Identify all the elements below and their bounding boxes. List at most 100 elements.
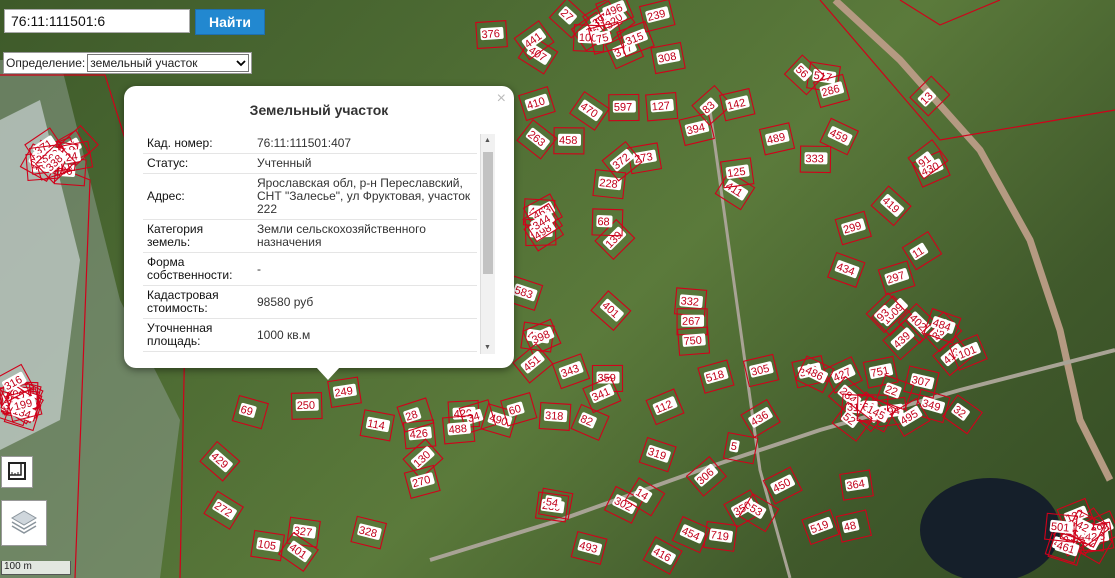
parcel-number: 273	[634, 151, 654, 166]
parcel-label[interactable]: 751	[862, 355, 899, 389]
ruler-button[interactable]	[1, 456, 33, 488]
parcel-label[interactable]: 343	[551, 353, 591, 390]
parcel-label[interactable]: 394	[678, 112, 715, 147]
parcel-label[interactable]: 305	[742, 353, 780, 388]
parcel-number: 328	[358, 524, 379, 540]
parcel-number: 364	[846, 478, 866, 493]
parcel-label[interactable]: 489	[758, 122, 796, 156]
parcel-number: 519	[809, 519, 830, 537]
lake	[920, 478, 1060, 578]
parcel-label[interactable]: 270	[403, 464, 441, 499]
parcel-number: 333	[805, 153, 824, 165]
attribute-row: Категория земель: Земли сельскохозяйствен…	[143, 219, 477, 253]
parcel-label[interactable]: 436	[740, 398, 781, 439]
attribute-value: Земли сельскохозяйственного назначения	[253, 219, 477, 253]
parcel-label[interactable]: 105	[250, 529, 286, 562]
ruler-icon	[7, 461, 27, 484]
parcel-label[interactable]: 458	[553, 127, 585, 155]
parcel-label[interactable]: 82	[570, 403, 610, 442]
parcel-label[interactable]: 333	[799, 145, 832, 174]
parcel-number: 410	[526, 95, 547, 112]
parcel-number: 54	[545, 496, 559, 510]
parcel-number: 488	[448, 423, 467, 437]
parcel-label[interactable]: 5	[722, 431, 759, 465]
parcel-number: 125	[727, 166, 747, 180]
definition-select[interactable]: земельный участок	[87, 54, 250, 72]
parcel-number: 319	[646, 446, 667, 463]
parcel-label[interactable]: 69	[231, 394, 269, 430]
close-icon[interactable]: ×	[497, 90, 506, 108]
popup-scrollbar[interactable]: ▲ ▼	[480, 134, 495, 354]
parcel-label[interactable]: 114	[359, 409, 396, 442]
search-bar: Найти	[4, 9, 265, 35]
scroll-up-icon[interactable]: ▲	[484, 137, 491, 144]
parcel-label[interactable]: 750	[677, 326, 711, 356]
parcel-label[interactable]: 519	[801, 509, 840, 546]
parcel-number: 458	[559, 135, 577, 147]
parcel-label[interactable]: 263	[516, 119, 558, 160]
parcel-number: 114	[366, 418, 385, 433]
parcel-number: 376	[481, 28, 500, 41]
attribute-value: 1000 кв.м	[253, 318, 477, 352]
parcel-label[interactable]: 297	[877, 260, 916, 296]
parcel-label[interactable]: 112	[645, 388, 685, 426]
parcel-label[interactable]: 249	[327, 376, 362, 408]
layers-button[interactable]	[1, 500, 47, 546]
parcel-label[interactable]: 434	[827, 251, 866, 288]
parcel-label[interactable]: 125	[719, 157, 755, 189]
parcel-number: 299	[842, 220, 863, 237]
parcel-label[interactable]: 239	[638, 0, 676, 33]
attribute-value: Учтенный	[253, 153, 477, 174]
cadastral-search-input[interactable]	[4, 9, 190, 33]
definition-row: Определение: земельный участок	[3, 52, 253, 74]
parcel-label[interactable]: 130	[402, 438, 444, 480]
parcel-number: 343	[560, 363, 581, 381]
parcel-label[interactable]: 419	[870, 185, 912, 227]
parcel-number: 308	[657, 51, 677, 66]
parcel-label[interactable]: 228	[592, 168, 627, 200]
parcel-label[interactable]: 318	[538, 401, 572, 431]
parcel-label[interactable]: 364	[839, 469, 874, 501]
parcel-number: 518	[705, 369, 726, 386]
parcel-label[interactable]: 250	[290, 391, 323, 420]
parcel-label[interactable]: 142	[719, 87, 756, 122]
parcel-label[interactable]: 719	[703, 520, 738, 552]
find-button[interactable]: Найти	[195, 9, 265, 35]
attribute-key: Кадастровая стоимость:	[143, 285, 253, 319]
parcel-outline	[722, 431, 759, 465]
attribute-row: Форма собственности: -	[143, 252, 477, 286]
parcel-label[interactable]: 332	[673, 287, 708, 317]
parcel-label[interactable]: 308	[650, 41, 686, 75]
parcel-label[interactable]: 429	[199, 440, 241, 482]
parcel-number: 751	[870, 365, 890, 380]
parcel-label[interactable]: 319	[638, 436, 677, 473]
parcel-number: 750	[683, 335, 702, 348]
parcel-label[interactable]: 299	[834, 210, 872, 246]
parcel-label[interactable]: 127	[645, 91, 679, 122]
parcel-label[interactable]: 272	[203, 490, 244, 530]
parcel-label[interactable]: 493	[570, 530, 608, 566]
attribute-value: -	[253, 252, 477, 286]
popup-body: Кад. номер: 76:11:111501:407 Статус: Учтенн…	[143, 134, 495, 354]
parcel-number: 127	[651, 100, 670, 113]
parcel-label[interactable]: 401	[277, 531, 319, 572]
parcel-number: 332	[680, 295, 699, 309]
parcel-label[interactable]: 518	[697, 359, 735, 394]
parcel-number: 307	[910, 374, 931, 390]
parcel-label[interactable]: 267	[676, 308, 708, 336]
parcel-label[interactable]: 459	[819, 117, 860, 156]
parcel-label[interactable]: 401	[590, 290, 632, 332]
scroll-down-icon[interactable]: ▼	[484, 344, 491, 351]
parcel-number: 142	[726, 97, 747, 113]
parcel-label[interactable]: 376	[475, 20, 508, 50]
parcel-label[interactable]: 410	[517, 85, 556, 122]
attribute-key: Статус:	[143, 153, 253, 174]
parcel-label[interactable]: 328	[350, 515, 388, 550]
parcel-number: 68	[597, 216, 610, 228]
scrollbar-thumb[interactable]	[483, 152, 493, 274]
parcel-number: 489	[766, 131, 787, 147]
parcel-number: 228	[599, 177, 619, 191]
parcel-label[interactable]: 470	[569, 90, 610, 131]
parcel-label[interactable]: 48	[835, 509, 872, 543]
parcel-label[interactable]: 597	[608, 93, 640, 122]
